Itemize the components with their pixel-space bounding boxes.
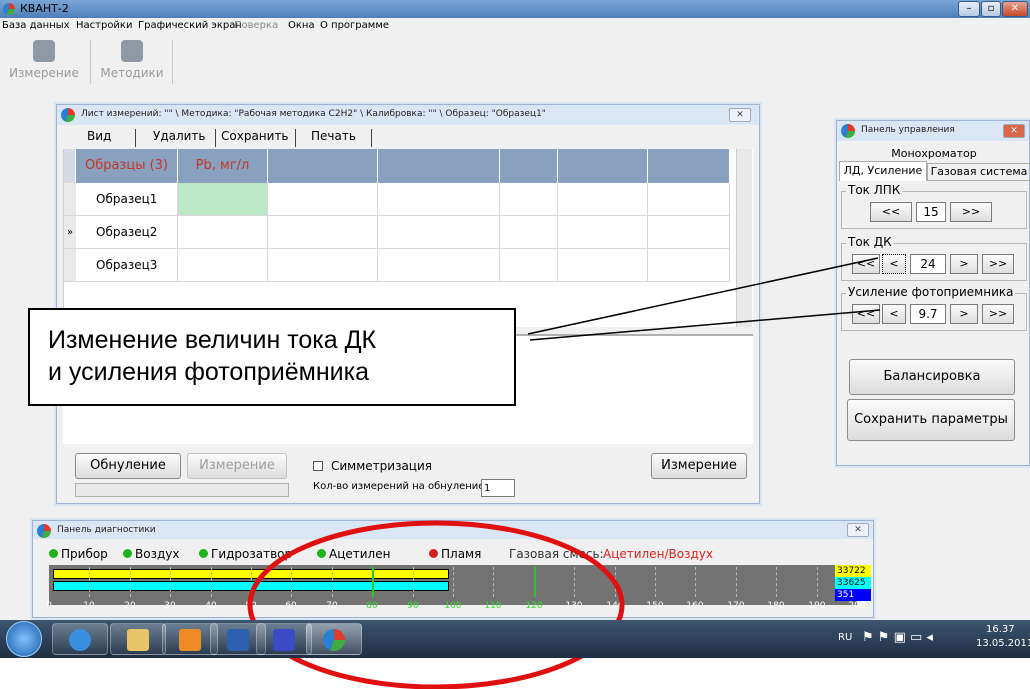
highlight-ellipse bbox=[247, 520, 625, 689]
kvant-app-icon bbox=[323, 629, 345, 651]
taskbar-kvant-button[interactable] bbox=[306, 623, 362, 655]
word-icon bbox=[227, 629, 249, 651]
clock-date[interactable]: 13.05.2011 bbox=[976, 638, 1030, 649]
folder-icon bbox=[127, 629, 149, 651]
clock-time[interactable]: 16.37 bbox=[986, 624, 1015, 635]
annotation-ellipse bbox=[247, 520, 625, 689]
taskbar-app-button[interactable] bbox=[256, 623, 312, 655]
grid-app-icon bbox=[273, 629, 295, 651]
media-player-icon bbox=[179, 629, 201, 651]
language-indicator[interactable]: RU bbox=[838, 632, 852, 643]
taskbar-explorer-button[interactable] bbox=[110, 623, 166, 655]
start-button[interactable] bbox=[6, 621, 42, 657]
taskbar: RU ⚑ ⚑ ▣ ▭ ◂ 16.37 13.05.2011 bbox=[0, 620, 1030, 658]
tray-icons[interactable]: ⚑ ⚑ ▣ ▭ ◂ bbox=[862, 630, 933, 645]
ie-icon bbox=[69, 629, 91, 651]
taskbar-ie-button[interactable] bbox=[52, 623, 108, 655]
